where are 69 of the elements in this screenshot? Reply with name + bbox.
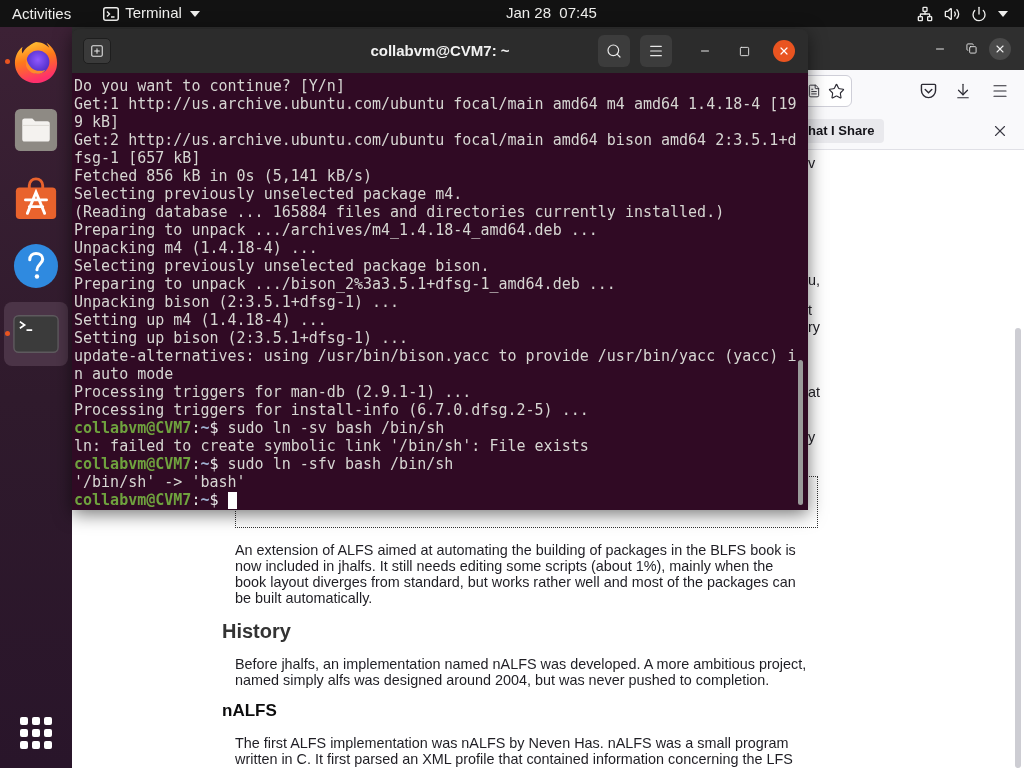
terminal-line: ln: failed to create symbolic link '/bin/sh': File exists xyxy=(74,437,589,455)
terminal-line: Preparing to unpack .../bison_2%3a3.5.1+dfsg-1_amd64.deb ... xyxy=(74,275,616,293)
menu-icon xyxy=(648,43,664,59)
terminal-line: Selecting previously unselected package bison. xyxy=(74,257,490,275)
clock[interactable]: Jan 28 07:45 xyxy=(506,2,597,25)
close-button[interactable] xyxy=(989,37,1011,60)
terminal-prompt-line: collabvm@CVM7:~$ sudo ln -sv bash /bin/sh xyxy=(74,419,445,437)
cut-off-text: t xyxy=(808,302,812,318)
terminal-line: (Reading database ... 165884 files and directories currently installed.) xyxy=(74,203,725,221)
activities-button[interactable]: Activities xyxy=(4,0,80,27)
cut-off-text: y xyxy=(808,429,816,445)
cut-off-text: v xyxy=(808,155,816,171)
section-heading: History xyxy=(222,619,291,643)
star-icon[interactable] xyxy=(828,82,845,100)
terminal-line: Preparing to unpack .../archives/m4_1.4.18-4_amd64.deb ... xyxy=(74,221,598,239)
close-button[interactable] xyxy=(773,40,795,62)
terminal-line: 9 kB] xyxy=(74,113,120,131)
app-grid-icon xyxy=(20,717,52,749)
terminal-icon xyxy=(103,6,120,21)
scrollbar-thumb[interactable] xyxy=(1015,328,1021,768)
terminal-line: Fetched 856 kB in 0s (5,141 kB/s) xyxy=(74,167,372,185)
window-title: collabvm@CVM7: ~ xyxy=(370,40,510,61)
subsection-heading: nALFS xyxy=(222,701,277,721)
caret-icon xyxy=(189,10,200,17)
paragraph: An extension of ALFS aimed at automating the building of packages in the BLFS book is now included in jhalfs. It still needs editing some scripts (about 1%), mainly when the book layout diverges from standard, but works rather well and most of the packages can be built automatically. xyxy=(235,542,796,606)
terminal-line: Processing triggers for install-info (6.7.0.dfsg.2-5) ... xyxy=(74,401,589,419)
terminal-line: Processing triggers for man-db (2.9.1-1) ... xyxy=(74,383,472,401)
shopping-bag-icon xyxy=(13,175,59,221)
pouch-icon xyxy=(919,83,937,99)
terminal-prompt-line: collabvm@CVM7:~$ xyxy=(74,491,219,509)
terminal-line: Setting up bison (2:3.5.1+dfsg-1) ... xyxy=(74,329,409,347)
terminal-line: Unpacking m4 (1.4.18-4) ... xyxy=(74,239,318,257)
paragraph: Before jhalfs, an implementation named nALFS was developed. A more ambitious project, named simply alfs was designed around 2004, but was never pushed to completion. xyxy=(235,656,807,688)
menu-button[interactable] xyxy=(640,35,672,67)
terminal-line: fsg-1 [657 kB] xyxy=(74,149,201,167)
paragraph: The first ALFS implementation was nALFS by Neven Has. nALFS was a small program written in C. It first parsed an XML profile that contained information concerning the LFS xyxy=(235,735,793,767)
scrollbar-thumb[interactable] xyxy=(798,360,803,505)
terminal-line: Setting up m4 (1.4.18-4) ... xyxy=(74,311,327,329)
close-icon xyxy=(778,45,790,57)
folder-icon xyxy=(14,108,58,152)
new-tab-button[interactable] xyxy=(83,38,111,64)
terminal-icon xyxy=(13,315,59,353)
power-icon[interactable] xyxy=(971,5,987,22)
terminal-line: Get:2 http://us.archive.ubuntu.com/ubuntu focal/main amd64 bison amd64 2:3.5.1+d xyxy=(74,131,797,149)
restore-icon xyxy=(965,43,977,54)
terminal-line: n auto mode xyxy=(74,365,174,383)
document-icon[interactable] xyxy=(807,84,821,98)
search-icon xyxy=(606,43,622,59)
terminal-line: Get:1 http://us.archive.ubuntu.com/ubuntu focal/main amd64 m4 amd64 1.4.18-4 [19 xyxy=(74,95,797,113)
network-icon[interactable] xyxy=(917,5,933,22)
terminal-line: Selecting previously unselected package m4. xyxy=(74,185,463,203)
browser-icon xyxy=(13,39,59,85)
terminal-line: '/bin/sh' -> 'bash' xyxy=(74,473,246,491)
new-tab-icon xyxy=(90,44,104,58)
terminal-line: Unpacking bison (2:3.5.1+dfsg-1) ... xyxy=(74,293,400,311)
app-menu[interactable]: Terminal xyxy=(99,0,204,27)
terminal-prompt-line: collabvm@CVM7:~$ sudo ln -sfv bash /bin/sh xyxy=(74,455,454,473)
cut-off-text: ry xyxy=(808,319,820,335)
search-button[interactable] xyxy=(598,35,630,67)
menu-icon xyxy=(991,82,1009,100)
caret-icon xyxy=(998,10,1008,17)
help-icon xyxy=(13,243,59,289)
cut-off-text: at xyxy=(808,384,820,400)
terminal-line: update-alternatives: using /usr/bin/bison.yacc to provide /usr/bin/yacc (yacc) i xyxy=(74,347,797,365)
maximize-icon xyxy=(738,45,750,57)
download-icon xyxy=(954,82,972,100)
volume-icon[interactable] xyxy=(944,5,960,22)
cut-off-text: u, xyxy=(808,272,820,288)
terminal-line: Do you want to continue? [Y/n] xyxy=(74,77,345,95)
